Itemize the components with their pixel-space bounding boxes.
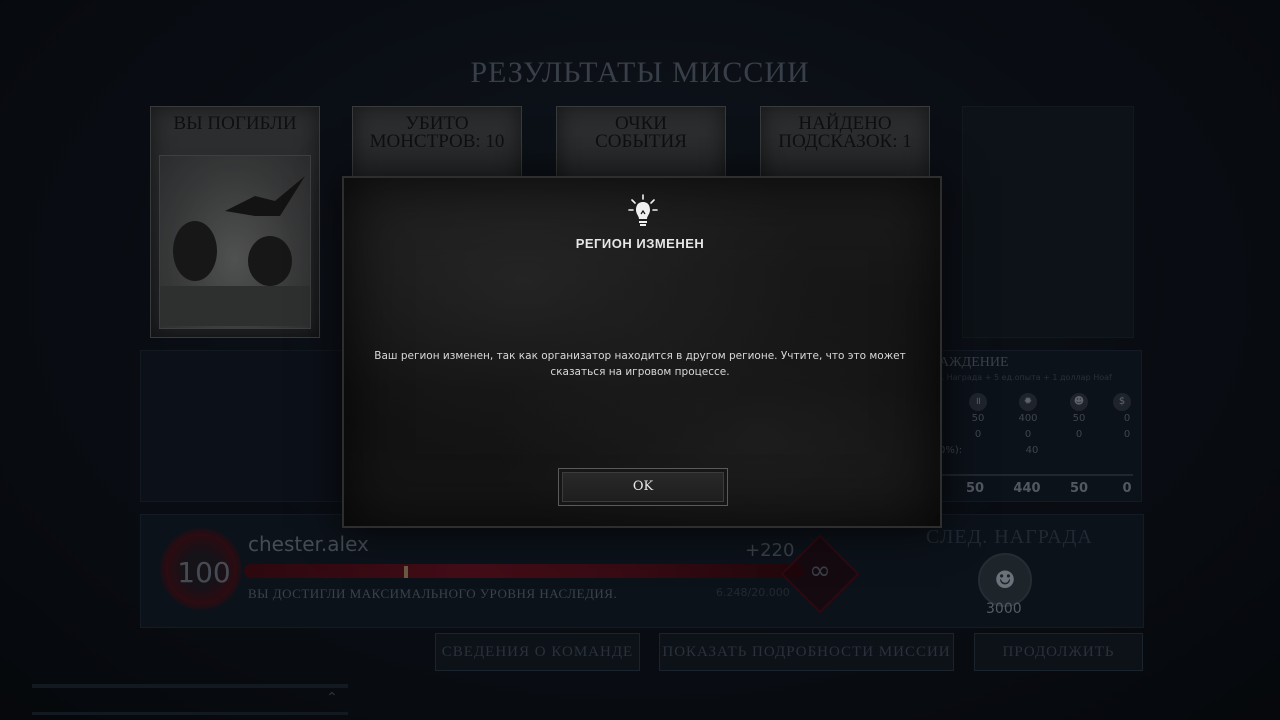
dialog-title: РЕГИОН ИЗМЕНЕН	[575, 236, 705, 251]
dialog-message: Ваш регион изменен, так как организатор …	[374, 350, 906, 378]
ok-button[interactable]: OK	[558, 468, 728, 506]
lightbulb-icon	[628, 194, 658, 226]
